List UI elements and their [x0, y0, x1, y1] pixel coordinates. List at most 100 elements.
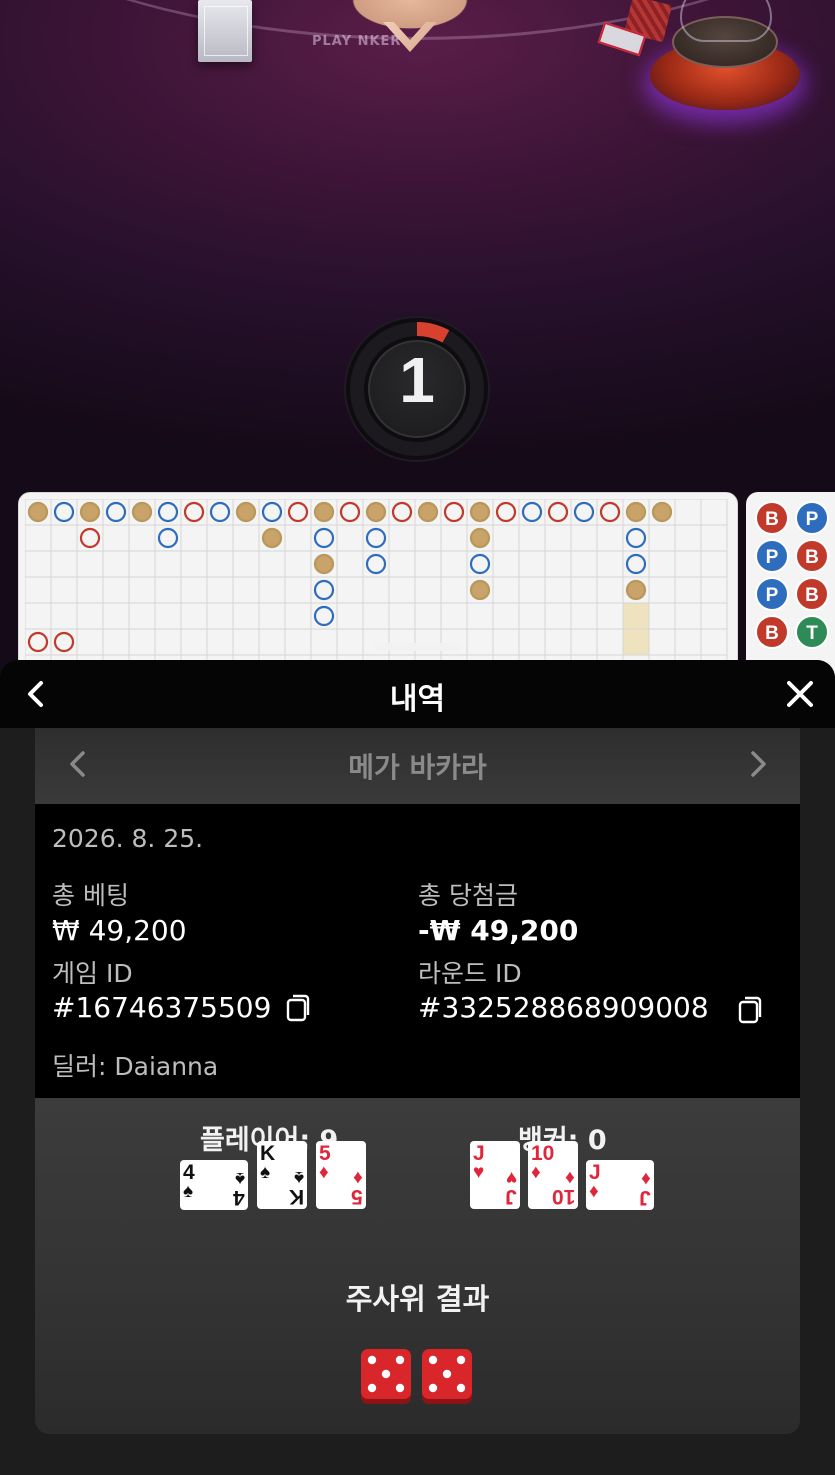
die-pip	[395, 1383, 405, 1393]
side-roadmap-cell: P	[795, 501, 829, 535]
die-pip	[456, 1383, 466, 1393]
roadmap-bead	[625, 579, 647, 601]
side-roadmap-cell: P	[755, 577, 789, 611]
svg-text:P: P	[806, 509, 819, 530]
game-id-value: #16746375509	[52, 991, 272, 1024]
die-pip	[381, 1369, 391, 1379]
roadmap-bead	[79, 527, 101, 549]
playing-card: 5 ♦ 5 ♦	[316, 1141, 366, 1209]
sheet-drag-handle[interactable]	[374, 643, 462, 651]
roadmap-bead	[313, 605, 335, 627]
round-date: 2026. 8. 25.	[52, 824, 204, 853]
die-pip	[428, 1355, 438, 1365]
card-suit: ♠	[183, 1181, 194, 1202]
roadmap-bead	[131, 501, 153, 523]
total-win-label: 총 당첨금	[418, 881, 518, 910]
side-roadmap-cell: P	[755, 539, 789, 573]
total-win-value: -₩ 49,200	[418, 914, 579, 947]
card-suit: ♦	[319, 1162, 329, 1183]
card-suit: ♦	[589, 1181, 599, 1202]
die-icon	[422, 1349, 472, 1404]
svg-text:P: P	[766, 585, 779, 606]
svg-text:T: T	[806, 623, 818, 644]
copy-icon[interactable]	[285, 992, 313, 1022]
roadmap-bead	[495, 501, 517, 523]
die-pip	[428, 1383, 438, 1393]
roadmap-bead	[443, 501, 465, 523]
countdown-number: 1	[399, 344, 435, 416]
sheet-title: 내역	[389, 682, 446, 717]
roadmap-bead	[313, 553, 335, 575]
roadmap-bead	[157, 527, 179, 549]
side-roadmap-cell: T	[795, 615, 829, 649]
card-suit: ♠	[293, 1167, 304, 1188]
roadmap-bead	[53, 631, 75, 653]
roadmap-bead	[469, 579, 491, 601]
die-icon	[361, 1349, 411, 1404]
side-roadmap-cell: B	[755, 615, 789, 649]
card-shoe	[198, 0, 252, 62]
card-rank: K	[260, 1142, 276, 1165]
roadmap-bead	[469, 527, 491, 549]
roadmap-bead	[261, 501, 283, 523]
roadmap-bead	[547, 501, 569, 523]
table-felt-label: PLAY NKER	[312, 34, 402, 49]
card-suit: ♦	[641, 1168, 651, 1189]
die-pip	[367, 1355, 377, 1365]
playing-card: 10 ♦ 10 ♦	[528, 1141, 578, 1209]
roadmap-bead	[625, 553, 647, 575]
roadmap-bead	[651, 501, 673, 523]
card-rank: 10	[551, 1185, 575, 1208]
card-rank: 4	[183, 1161, 195, 1184]
round-id-value: #332528868909008	[418, 991, 709, 1024]
total-bet-value: ₩ 49,200	[52, 914, 187, 947]
svg-text:B: B	[805, 547, 819, 568]
svg-text:P: P	[766, 547, 779, 568]
roadmap-bead	[365, 553, 387, 575]
dealer-name: 딜러: Daianna	[52, 1052, 219, 1081]
roadmap-bead	[521, 501, 543, 523]
side-roadmap-cell: B	[795, 577, 829, 611]
live-video-feed: PLAY NKER 1 BPPBPBBT	[0, 0, 835, 700]
svg-text:B: B	[805, 585, 819, 606]
roadmap-bead	[365, 527, 387, 549]
roadmap-bead	[53, 501, 75, 523]
card-rank: 10	[531, 1142, 555, 1165]
card-rank: 5	[351, 1185, 363, 1208]
history-sheet: 내역 메가 바카라 2026. 8. 25. 총 베팅 ₩ 49,200 총 당…	[0, 660, 835, 1475]
roadmap-bead	[79, 501, 101, 523]
card-rank: K	[288, 1185, 304, 1208]
roadmap-bead	[469, 501, 491, 523]
card-suit: ♦	[565, 1167, 575, 1188]
dice-result-title: 주사위 결과	[345, 1282, 490, 1316]
roadmap-bead	[183, 501, 205, 523]
card-rank: J	[473, 1142, 485, 1165]
roadmap-bead	[573, 501, 595, 523]
roadmap-bead	[235, 501, 257, 523]
roadmap-bead	[261, 527, 283, 549]
roadmap-bead	[157, 501, 179, 523]
countdown-timer: 1	[346, 318, 488, 460]
game-name: 메가 바카라	[348, 751, 487, 784]
close-icon[interactable]	[780, 674, 820, 714]
playing-card: K ♠ K ♠	[257, 1141, 307, 1209]
next-game-button[interactable]	[741, 744, 775, 784]
card-rank: J	[505, 1185, 517, 1208]
card-rank: J	[639, 1186, 651, 1209]
die-pip	[395, 1355, 405, 1365]
roadmap-bead	[105, 501, 127, 523]
side-roadmap-cell: B	[755, 501, 789, 535]
roadmap-bead	[625, 527, 647, 549]
die-pip	[367, 1383, 377, 1393]
roadmap-bead	[391, 501, 413, 523]
game-navigator: 메가 바카라	[35, 728, 800, 804]
card-rank: J	[589, 1161, 601, 1184]
copy-icon[interactable]	[737, 994, 765, 1024]
round-details: 2026. 8. 25. 총 베팅 ₩ 49,200 총 당첨금 -₩ 49,2…	[35, 804, 800, 1098]
die-pip	[442, 1369, 452, 1379]
roadmap-bead	[599, 501, 621, 523]
card-suit: ♦	[531, 1162, 541, 1183]
card-suit: ♥	[505, 1167, 517, 1188]
playing-card: J ♥ J ♥	[470, 1141, 520, 1209]
roadmap-bead	[313, 501, 335, 523]
